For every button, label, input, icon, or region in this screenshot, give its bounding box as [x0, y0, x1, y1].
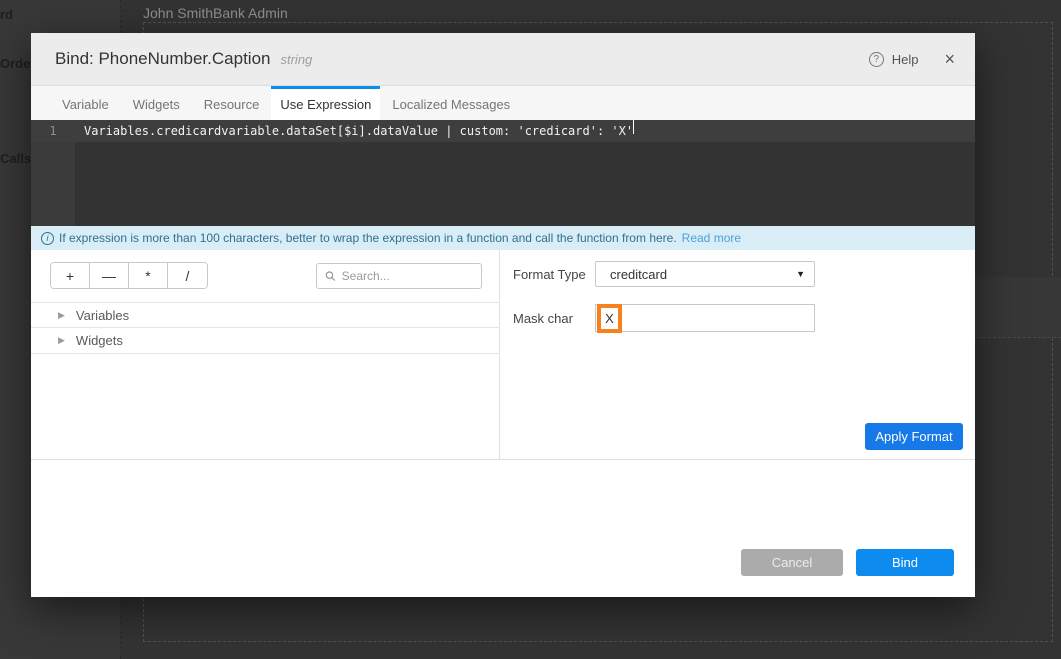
expression-builder-panel: + — * / ▶ Variables	[31, 250, 500, 459]
format-type-select[interactable]: creditcard ▼	[595, 261, 815, 287]
close-icon[interactable]: ×	[944, 50, 955, 68]
chevron-right-icon[interactable]: ▶	[58, 310, 65, 321]
property-type-badge: string	[280, 52, 312, 67]
tree-item-variables[interactable]: ▶ Variables	[31, 302, 499, 328]
dialog-body: + — * / ▶ Variables	[31, 250, 975, 460]
tab-widgets[interactable]: Widgets	[121, 86, 192, 120]
mask-char-label: Mask char	[513, 311, 595, 326]
expression-info-bar: i If expression is more than 100 charact…	[31, 226, 975, 250]
divide-operator-button[interactable]: /	[168, 263, 207, 288]
tree-item-widgets[interactable]: ▶ Widgets	[31, 328, 499, 354]
format-type-label: Format Type	[513, 267, 595, 282]
mask-char-row: Mask char X	[513, 304, 963, 332]
apply-format-button[interactable]: Apply Format	[865, 423, 963, 450]
bind-button[interactable]: Bind	[856, 549, 954, 576]
tab-resource[interactable]: Resource	[192, 86, 272, 120]
search-input[interactable]	[342, 269, 473, 283]
background-user-title: John SmithBank Admin	[143, 5, 288, 21]
operator-toolbar: + — * /	[31, 250, 499, 289]
expression-editor[interactable]: 1 Variables.credicardvariable.dataSet[$i…	[31, 120, 975, 226]
help-icon[interactable]: ?	[869, 52, 884, 67]
info-icon: i	[41, 232, 54, 245]
dialog-footer: Cancel Bind	[31, 527, 975, 596]
format-type-row: Format Type creditcard ▼	[513, 261, 963, 287]
plus-operator-button[interactable]: +	[51, 263, 90, 288]
read-more-link[interactable]: Read more	[682, 231, 741, 245]
editor-active-line: 1 Variables.credicardvariable.dataSet[$i…	[31, 120, 975, 142]
tab-variable[interactable]: Variable	[50, 86, 121, 120]
minus-operator-button[interactable]: —	[90, 263, 129, 288]
info-message: If expression is more than 100 character…	[59, 231, 677, 245]
chevron-down-icon: ▼	[796, 269, 805, 279]
line-number: 1	[31, 120, 75, 142]
dialog-spacer	[31, 460, 975, 527]
dialog-tabbar: Variable Widgets Resource Use Expression…	[31, 86, 975, 120]
dialog-header: Bind: PhoneNumber.Caption string ? Help …	[31, 33, 975, 86]
bind-dialog: Bind: PhoneNumber.Caption string ? Help …	[31, 33, 975, 597]
background-sidebar-item: Calls	[0, 151, 31, 166]
dialog-title: Bind: PhoneNumber.Caption	[55, 49, 270, 69]
help-button[interactable]: Help	[892, 52, 919, 67]
mask-char-highlight[interactable]: X	[597, 304, 622, 333]
search-box	[316, 263, 482, 289]
mask-char-input[interactable]: X	[595, 304, 815, 332]
background-sidebar-item: rd	[0, 7, 13, 22]
tab-use-expression[interactable]: Use Expression	[271, 86, 380, 120]
format-type-value: creditcard	[610, 267, 796, 282]
text-cursor	[633, 120, 634, 134]
bind-source-tree: ▶ Variables ▶ Widgets	[31, 302, 499, 354]
cancel-button[interactable]: Cancel	[741, 549, 843, 576]
operator-group: + — * /	[50, 262, 208, 289]
tree-item-label: Widgets	[76, 333, 123, 348]
search-icon	[325, 270, 336, 282]
format-panel: Format Type creditcard ▼ Mask char X App…	[500, 250, 975, 459]
expression-code[interactable]: Variables.credicardvariable.dataSet[$i].…	[75, 120, 633, 142]
multiply-operator-button[interactable]: *	[129, 263, 168, 288]
chevron-right-icon[interactable]: ▶	[58, 335, 65, 346]
tree-item-label: Variables	[76, 308, 129, 323]
tab-localized-messages[interactable]: Localized Messages	[380, 86, 522, 120]
